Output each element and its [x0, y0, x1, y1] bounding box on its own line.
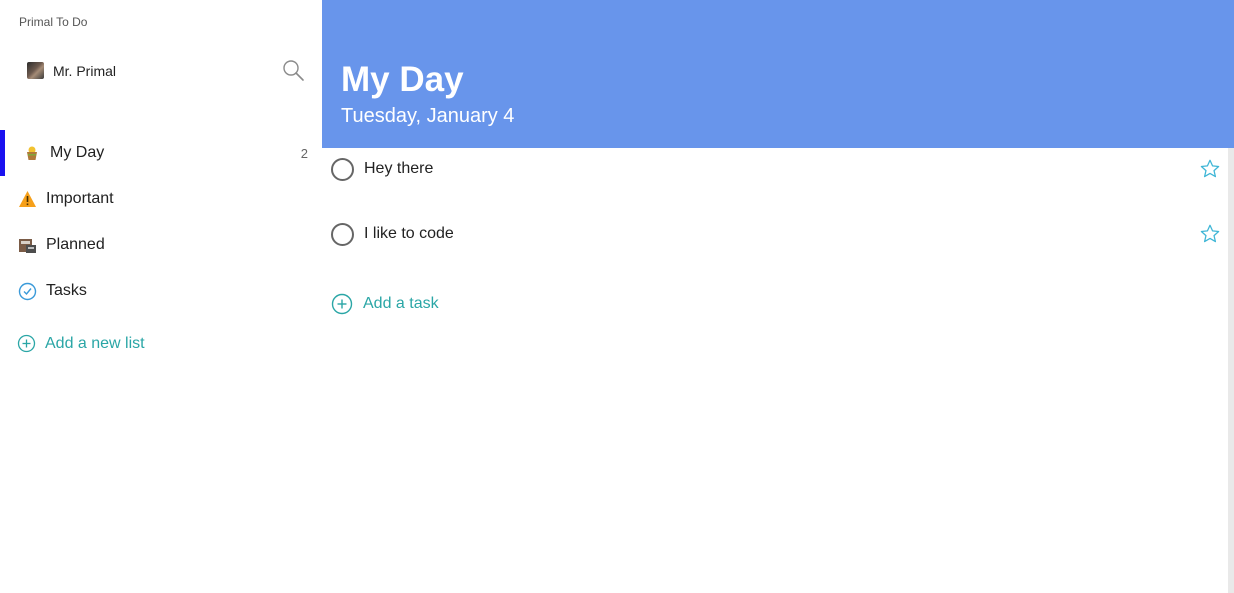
sidebar-item-important[interactable]: Important [0, 176, 322, 222]
task-count-badge: 2 [300, 145, 308, 161]
search-icon [283, 60, 304, 81]
sidebar-item-label: Tasks [46, 282, 87, 299]
add-new-list-button[interactable]: Add a new list [17, 334, 145, 353]
plus-circle-icon [17, 334, 36, 353]
sidebar-item-planned[interactable]: Planned [0, 222, 322, 268]
calendar-icon [17, 235, 37, 255]
search-button[interactable] [281, 58, 305, 82]
warning-icon [17, 189, 37, 209]
important-star-button[interactable] [1199, 223, 1221, 245]
task-complete-checkbox[interactable] [331, 222, 354, 246]
task-title: I like to code [364, 225, 454, 242]
task-row[interactable]: I like to code [331, 219, 1221, 249]
task-complete-checkbox[interactable] [331, 157, 354, 181]
sidebar-item-tasks[interactable]: Tasks [0, 268, 322, 314]
add-task-label: Add a task [363, 295, 439, 312]
important-star-button[interactable] [1199, 158, 1221, 180]
user-profile[interactable]: Mr. Primal [27, 62, 116, 79]
sidebar-item-label: Important [46, 190, 114, 207]
clipboard-check-icon [17, 281, 37, 301]
scrollbar[interactable] [1228, 148, 1234, 593]
list-header: My Day Tuesday, January 4 [322, 0, 1234, 148]
user-name: Mr. Primal [53, 62, 116, 79]
add-new-list-label: Add a new list [45, 334, 145, 352]
page-title: My Day [341, 60, 464, 99]
sidebar-item-label: Planned [46, 236, 105, 253]
sun-basket-icon [22, 143, 42, 163]
star-outline-icon [1200, 224, 1220, 243]
add-task-button[interactable]: Add a task [331, 293, 439, 315]
task-title: Hey there [364, 160, 434, 177]
sidebar-nav: My Day 2 Important Planned Tasks [0, 130, 322, 314]
page-date: Tuesday, January 4 [341, 105, 515, 127]
sidebar-item-my-day[interactable]: My Day 2 [0, 130, 322, 176]
main-panel: My Day Tuesday, January 4 Hey there I li… [322, 0, 1234, 593]
app-title: Primal To Do [19, 15, 88, 29]
task-row[interactable]: Hey there [331, 154, 1221, 184]
plus-circle-icon [331, 293, 353, 315]
sidebar-item-label: My Day [50, 144, 105, 161]
star-outline-icon [1200, 159, 1220, 178]
avatar [27, 62, 44, 79]
sidebar: Primal To Do Mr. Primal My Day 2 Importa… [0, 0, 322, 593]
